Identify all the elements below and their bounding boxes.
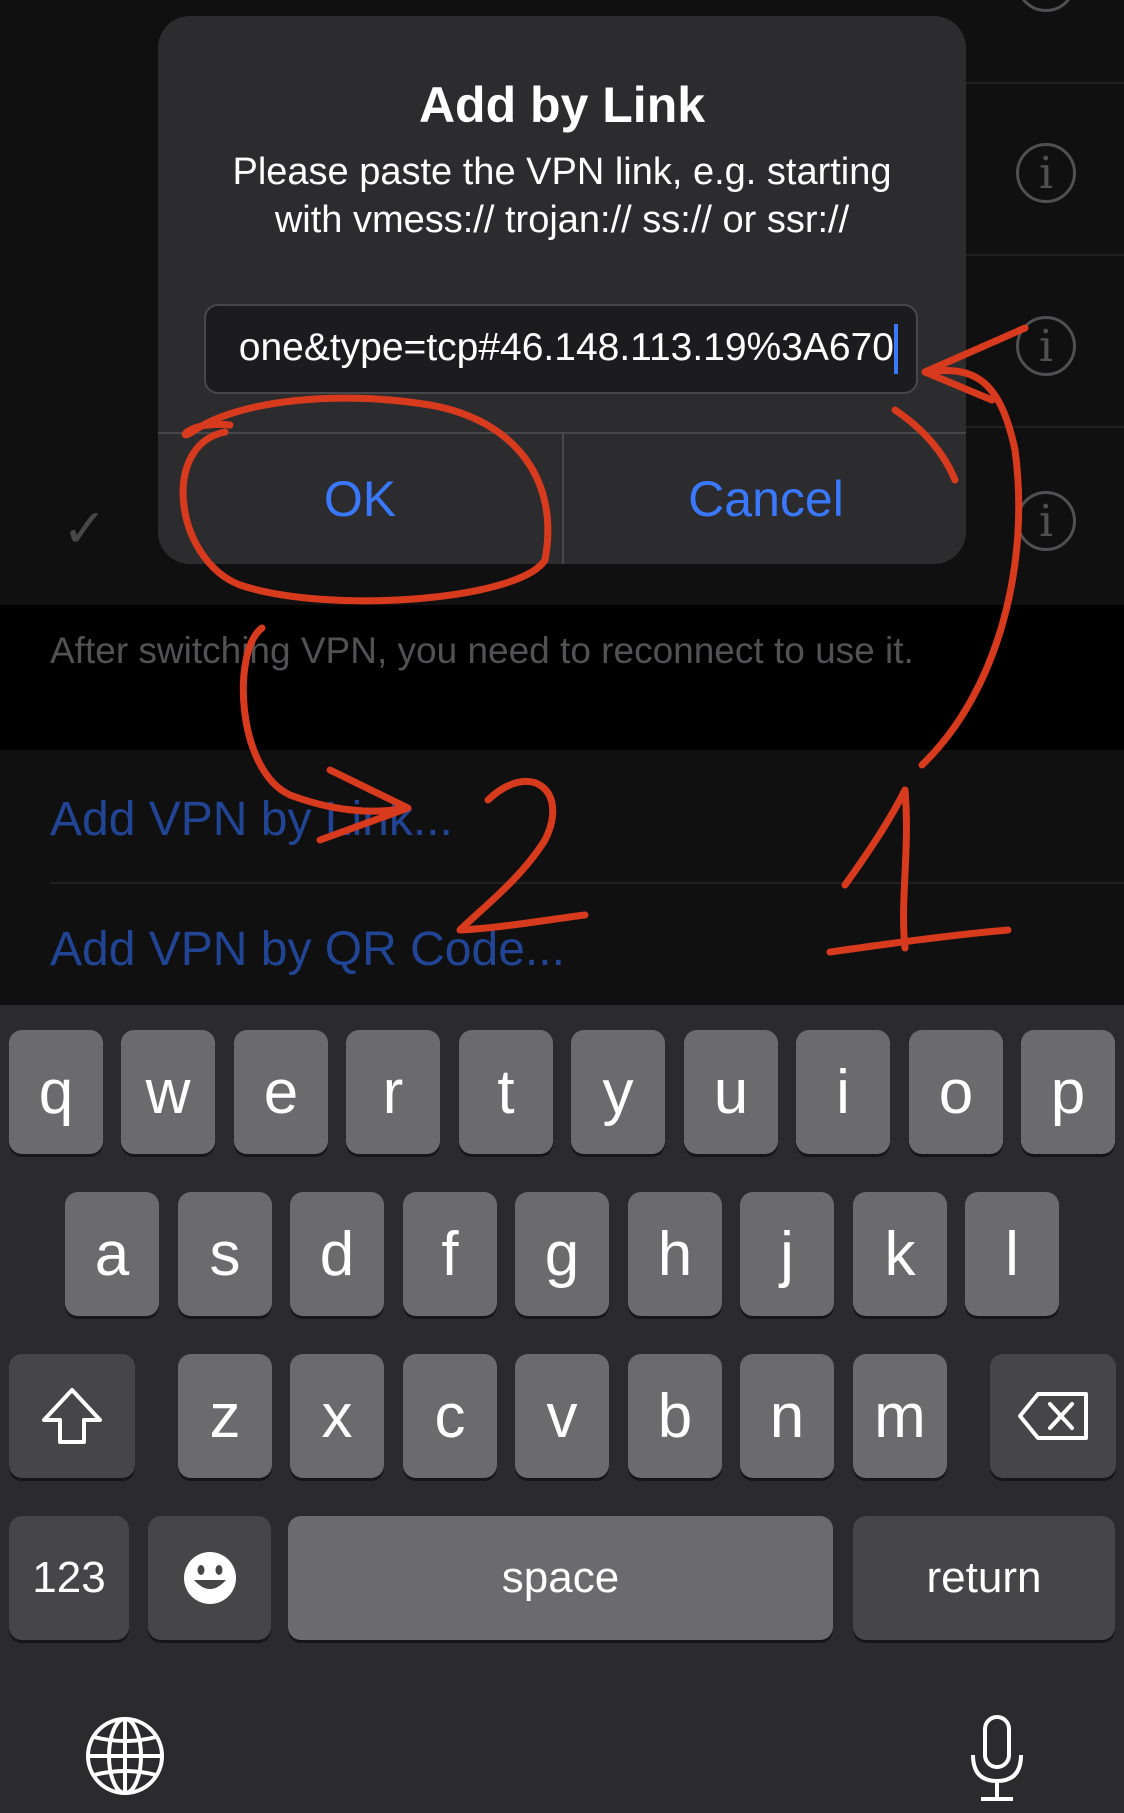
vpn-link-input[interactable]: one&type=tcp#46.148.113.19%3A670	[204, 304, 918, 394]
dialog-title: Add by Link	[418, 77, 706, 133]
key-x[interactable]: x	[290, 1354, 384, 1478]
key-k[interactable]: k	[853, 1192, 947, 1316]
key-n[interactable]: n	[740, 1354, 834, 1478]
key-s[interactable]: s	[178, 1192, 272, 1316]
vpn-link-input-value: one&type=tcp#46.148.113.19%3A670	[238, 326, 894, 369]
emoji-key[interactable]	[148, 1516, 271, 1640]
key-v[interactable]: v	[515, 1354, 609, 1478]
numbers-key[interactable]: 123	[9, 1516, 129, 1640]
key-m[interactable]: m	[853, 1354, 947, 1478]
key-a[interactable]: a	[65, 1192, 159, 1316]
key-i[interactable]: i	[796, 1030, 890, 1154]
key-u[interactable]: u	[684, 1030, 778, 1154]
key-t[interactable]: t	[459, 1030, 553, 1154]
key-y[interactable]: y	[571, 1030, 665, 1154]
text-caret	[894, 324, 898, 374]
space-key[interactable]: space	[288, 1516, 833, 1640]
key-q[interactable]: q	[9, 1030, 103, 1154]
cancel-button[interactable]: Cancel	[564, 434, 966, 564]
ok-button[interactable]: OK	[158, 434, 562, 564]
key-z[interactable]: z	[178, 1354, 272, 1478]
add-by-link-dialog: Add by Link Please paste the VPN link, e…	[158, 16, 966, 564]
key-g[interactable]: g	[515, 1192, 609, 1316]
keyboard: q w e r t y u i o p a s d f g h j k l z …	[0, 1005, 1124, 1813]
microphone-icon[interactable]	[965, 1713, 1029, 1808]
key-h[interactable]: h	[628, 1192, 722, 1316]
key-w[interactable]: w	[121, 1030, 215, 1154]
globe-icon[interactable]	[84, 1715, 166, 1802]
key-f[interactable]: f	[403, 1192, 497, 1316]
emoji-icon	[183, 1552, 236, 1604]
key-r[interactable]: r	[346, 1030, 440, 1154]
key-j[interactable]: j	[740, 1192, 834, 1316]
return-key[interactable]: return	[853, 1516, 1115, 1640]
key-c[interactable]: c	[403, 1354, 497, 1478]
shift-arrow-icon	[42, 1388, 102, 1444]
dialog-message: Please paste the VPN link, e.g. starting…	[232, 151, 892, 241]
backspace-icon	[1018, 1392, 1088, 1440]
key-e[interactable]: e	[234, 1030, 328, 1154]
key-d[interactable]: d	[290, 1192, 384, 1316]
key-p[interactable]: p	[1021, 1030, 1115, 1154]
shift-key[interactable]	[9, 1354, 135, 1478]
key-b[interactable]: b	[628, 1354, 722, 1478]
key-o[interactable]: o	[909, 1030, 1003, 1154]
delete-key[interactable]	[990, 1354, 1116, 1478]
key-l[interactable]: l	[965, 1192, 1059, 1316]
